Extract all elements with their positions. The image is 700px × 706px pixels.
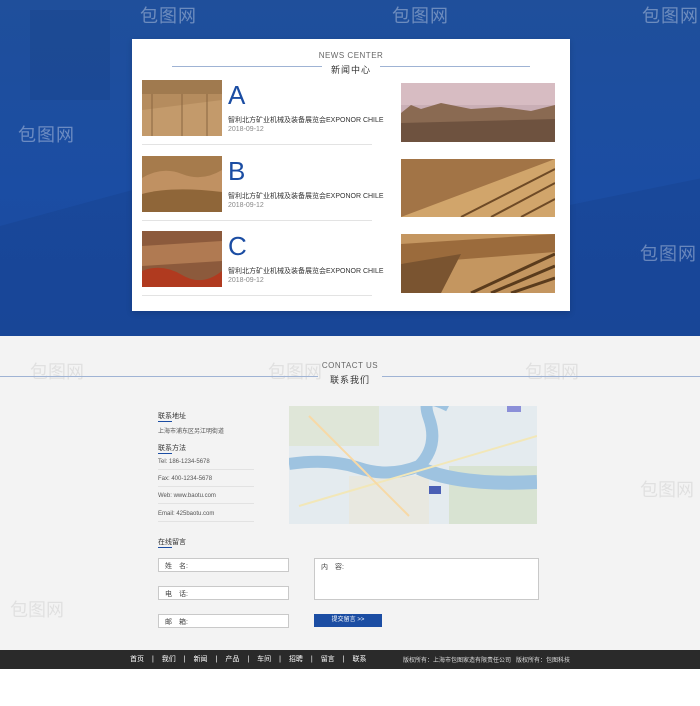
heading-line-right — [380, 66, 530, 67]
footer-nav-item[interactable]: 联系 — [352, 656, 366, 663]
news-thumbnail[interactable] — [142, 156, 222, 212]
address-label: 联系地址 — [158, 411, 186, 422]
content-field[interactable]: 内 容: — [314, 558, 539, 600]
footer-nav-item[interactable]: 新闻 — [194, 656, 208, 663]
great-wall-photo[interactable] — [401, 159, 555, 217]
news-date: 2018-09-12 — [228, 126, 264, 133]
nav-separator: | — [310, 656, 313, 663]
footer-nav-item[interactable]: 我们 — [162, 656, 176, 663]
copyright-text: 版权所有：上海市包图家造有限责任公司 — [403, 658, 512, 664]
email-value[interactable]: Email: 425baotu.com — [158, 511, 214, 517]
news-heading: NEWS CENTER 新闻中心 — [132, 51, 570, 78]
watermark: 包图网 — [640, 244, 697, 264]
great-wall-photo[interactable] — [401, 83, 555, 142]
contact-heading-cn: 联系我们 — [321, 373, 378, 386]
label-underline — [158, 421, 172, 422]
nav-separator: | — [183, 656, 186, 663]
label-underline — [158, 453, 172, 454]
watermark: 包图网 — [140, 6, 197, 26]
email-field[interactable]: 邮 箱: — [158, 614, 289, 628]
news-letter: B — [228, 156, 246, 186]
great-wall-photo[interactable] — [401, 234, 555, 293]
news-date: 2018-09-12 — [228, 277, 264, 284]
divider — [158, 503, 254, 504]
nav-separator: | — [152, 656, 154, 663]
copyright-text: 版权所有：包图科技 — [516, 658, 571, 664]
divider — [158, 469, 254, 470]
divider — [142, 220, 372, 221]
watermark: 包图网 — [392, 6, 449, 26]
location-map[interactable] — [289, 406, 537, 524]
news-title[interactable]: 智利北方矿业机械及装备展览会EXPONOR CHILE — [228, 266, 384, 276]
address-value: 上海市浦东区另江明街道 — [158, 429, 225, 435]
footer-nav-item[interactable]: 产品 — [225, 656, 239, 663]
news-card: NEWS CENTER 新闻中心 A 智利北方矿业机械及装备展览会EXPONOR… — [132, 39, 570, 311]
footer-nav-item[interactable]: 车间 — [257, 656, 271, 663]
footer-nav-item[interactable]: 首页 — [130, 656, 144, 663]
contact-heading-en: CONTACT US — [321, 361, 379, 370]
nav-separator: | — [215, 656, 218, 663]
watermark: 包图网 — [642, 6, 699, 26]
message-label-text: 在线留言 — [158, 539, 186, 546]
phone-field[interactable]: 电 话: — [158, 586, 289, 600]
label-underline — [158, 547, 172, 548]
divider — [142, 144, 372, 145]
footer-nav-item[interactable]: 招聘 — [289, 656, 303, 663]
tel-value: Tel: 186-1234-5678 — [158, 459, 210, 465]
news-letter: C — [228, 231, 247, 261]
message-label: 在线留言 — [158, 537, 186, 548]
divider — [142, 295, 372, 296]
news-heading-cn: 新闻中心 — [330, 65, 371, 75]
watermark: 包图网 — [18, 125, 75, 145]
method-label: 联系方法 — [158, 443, 186, 454]
nav-separator: | — [279, 656, 281, 663]
news-title[interactable]: 智利北方矿业机械及装备展览会EXPONOR CHILE — [228, 191, 384, 201]
name-field[interactable]: 姓 名: — [158, 558, 289, 572]
fax-value: Fax: 400-1234-5678 — [158, 476, 213, 482]
nav-separator: | — [247, 656, 250, 663]
news-title[interactable]: 智利北方矿业机械及装备展览会EXPONOR CHILE — [228, 115, 384, 125]
divider — [158, 521, 254, 522]
watermark: 包图网 — [10, 600, 64, 620]
divider — [158, 486, 254, 487]
nav-separator: | — [342, 656, 345, 663]
news-section: 包图网 包图网 包图网 包图网 包图网 NEWS CENTER 新闻中心 A 智… — [0, 0, 700, 336]
news-thumbnail[interactable] — [142, 231, 222, 287]
footer: 首页 | 我们 | 新闻 | 产品 | 车间 | 招聘 | 留言 | 联系 版权所有：上海市包… — [0, 650, 700, 669]
heading-line-left — [172, 66, 322, 67]
news-item[interactable]: B 智利北方矿业机械及装备展览会EXPONOR CHILE 2018-09-12 — [142, 156, 384, 221]
footer-nav-item[interactable]: 留言 — [321, 656, 335, 663]
news-heading-en: NEWS CENTER — [318, 51, 384, 60]
news-letter: A — [228, 80, 246, 110]
footer-nav: 首页 | 我们 | 新闻 | 产品 | 车间 | 招聘 | 留言 | 联系 — [130, 654, 368, 664]
contact-heading: CONTACT US 联系我们 — [0, 361, 700, 388]
news-item[interactable]: A 智利北方矿业机械及装备展览会EXPONOR CHILE 2018-09-12 — [142, 80, 384, 145]
heading-line-right — [382, 376, 700, 377]
news-thumbnail[interactable] — [142, 80, 222, 136]
heading-line-left — [0, 376, 318, 377]
background-tower-image — [30, 10, 110, 100]
method-label-text: 联系方法 — [158, 445, 186, 452]
address-label-text: 联系地址 — [158, 413, 186, 420]
contact-section: 包图网 包图网 包图网 包图网 包图网 CONTACT US 联系我们 联系地址… — [0, 336, 700, 650]
web-value[interactable]: Web: www.baotu.com — [158, 493, 216, 499]
news-date: 2018-09-12 — [228, 202, 264, 209]
submit-button[interactable]: 提交留言 >> — [314, 614, 382, 627]
news-item[interactable]: C 智利北方矿业机械及装备展览会EXPONOR CHILE 2018-09-12 — [142, 231, 384, 296]
watermark: 包图网 — [640, 480, 694, 500]
